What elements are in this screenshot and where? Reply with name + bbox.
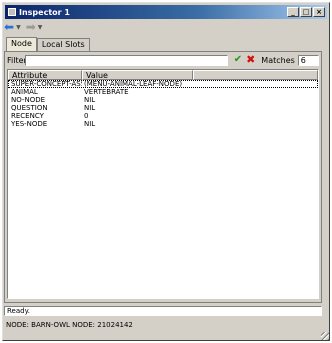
table-row[interactable]: QUESTION NIL bbox=[8, 104, 318, 112]
close-button[interactable]: × bbox=[313, 7, 325, 17]
tab-panel: Filter ✔ ✖ Matches 6 Attribute Value SUP… bbox=[4, 51, 322, 303]
attribute-cell: ANIMAL bbox=[11, 88, 38, 96]
forward-dropdown-icon[interactable]: ▼ bbox=[38, 24, 43, 31]
column-header-attribute[interactable]: Attribute bbox=[8, 70, 82, 80]
matches-count: 6 bbox=[297, 54, 319, 66]
value-cell: (MENU-ANIMAL-LEAF-NODE) bbox=[84, 80, 183, 88]
back-arrow-icon[interactable]: ⬅ bbox=[4, 21, 14, 33]
resize-grip-icon[interactable] bbox=[321, 332, 329, 340]
filter-row: Filter ✔ ✖ Matches 6 bbox=[7, 54, 319, 66]
filter-input[interactable] bbox=[25, 54, 228, 66]
value-cell: NIL bbox=[84, 96, 96, 104]
table-row[interactable]: NO-NODE NIL bbox=[8, 96, 318, 104]
status-bar: Ready. bbox=[4, 306, 322, 316]
table-row[interactable]: ANIMAL VERTEBRATE bbox=[8, 88, 318, 96]
clear-icon[interactable]: ✖ bbox=[246, 54, 255, 65]
matches-label: Matches bbox=[261, 55, 295, 65]
forward-arrow-icon[interactable]: ➡ bbox=[26, 21, 36, 33]
attribute-cell: YES-NODE bbox=[11, 120, 48, 128]
tab-bar: Node Local Slots bbox=[6, 37, 90, 51]
attribute-cell: QUESTION bbox=[11, 104, 48, 112]
attribute-cell: NO-NODE bbox=[11, 96, 46, 104]
back-dropdown-icon[interactable]: ▼ bbox=[16, 24, 21, 31]
value-cell: 0 bbox=[84, 112, 89, 120]
column-header-value[interactable]: Value bbox=[82, 70, 193, 80]
table-row[interactable]: YES-NODE NIL bbox=[8, 120, 318, 128]
tab-local-slots[interactable]: Local Slots bbox=[36, 38, 90, 51]
table-row[interactable]: RECENCY 0 bbox=[8, 112, 318, 120]
attribute-cell: RECENCY bbox=[11, 112, 44, 120]
window-icon bbox=[8, 8, 16, 16]
check-icon[interactable]: ✔ bbox=[234, 55, 242, 65]
maximize-button[interactable]: □ bbox=[300, 7, 312, 17]
filter-label: Filter bbox=[7, 55, 27, 65]
title-bar[interactable]: Inspector 1 _ □ × bbox=[5, 5, 327, 19]
window-controls: _ □ × bbox=[287, 7, 325, 17]
value-cell: NIL bbox=[84, 104, 96, 112]
table-row[interactable]: SUPER-CONCEPT-ASSIGN (MENU-ANIMAL-LEAF-N… bbox=[8, 80, 318, 88]
node-status: NODE: BARN-OWL NODE: 21024142 bbox=[6, 321, 133, 329]
table-header: Attribute Value bbox=[8, 70, 318, 80]
attribute-table[interactable]: Attribute Value SUPER-CONCEPT-ASSIGN (ME… bbox=[7, 69, 319, 299]
column-header-empty[interactable] bbox=[193, 70, 318, 80]
minimize-button[interactable]: _ bbox=[287, 7, 299, 17]
value-cell: NIL bbox=[84, 120, 96, 128]
toolbar: ⬅ ▼ ➡ ▼ bbox=[4, 19, 45, 35]
tab-node[interactable]: Node bbox=[6, 37, 37, 51]
window-title: Inspector 1 bbox=[19, 7, 70, 17]
value-cell: VERTEBRATE bbox=[84, 88, 129, 96]
attribute-cell: SUPER-CONCEPT-ASSIGN bbox=[11, 80, 82, 88]
